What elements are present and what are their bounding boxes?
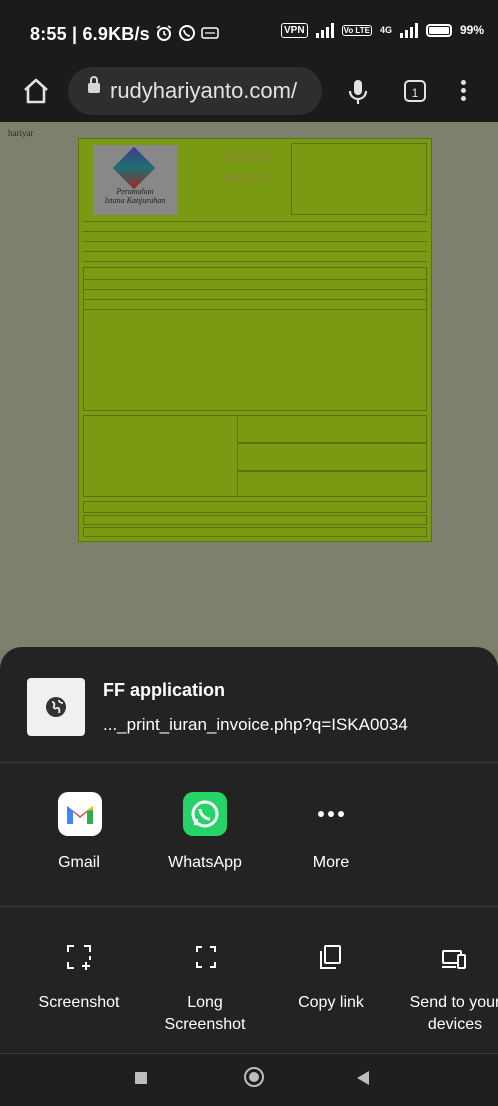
overflow-menu-icon[interactable] xyxy=(461,80,467,104)
share-url: ..._print_iuran_invoice.php?q=ISKA0034 xyxy=(103,715,408,734)
battery-icon xyxy=(425,23,452,37)
company-logo: Perumahan Istana Kanjuruhan xyxy=(93,145,177,215)
share-sheet: FF application ..._print_iuran_invoice.p… xyxy=(0,647,498,1106)
whatsapp-icon xyxy=(183,792,227,836)
send-to-devices-icon xyxy=(442,950,466,969)
status-right: VPN Vo LTE 4G 99% xyxy=(281,22,484,38)
gmail-label: Gmail xyxy=(58,854,100,871)
page-corner-text: hariyar xyxy=(8,128,34,138)
status-bar: 8:55 | 6.9KB/s VPN Vo LTE 4G 99% xyxy=(0,0,498,60)
more-icon xyxy=(309,792,353,836)
screenshot-label: Screenshot xyxy=(38,994,120,1011)
status-time-speed: 8:55 | 6.9KB/s xyxy=(30,24,150,44)
copy-link-icon xyxy=(320,945,341,969)
navigation-bar xyxy=(0,1054,498,1106)
url-text: rudyhariyanto.com/ xyxy=(110,78,298,103)
browser-toolbar: rudyhariyanto.com/ 1 xyxy=(0,60,498,122)
signal-icon xyxy=(315,22,334,38)
volte-badge: Vo LTE xyxy=(341,24,372,36)
web-page: hariyar Perumahan Istana Kanjuruhan IURAN… xyxy=(0,122,498,650)
tab-switcher-button[interactable]: 1 xyxy=(404,80,426,102)
logo-text-2: Istana Kanjuruhan xyxy=(104,196,166,205)
alarm-icon xyxy=(156,25,172,41)
share-title: FF application xyxy=(103,680,226,700)
invoice-number: ISKA0034 xyxy=(227,173,268,183)
long-screenshot-icon xyxy=(196,946,216,968)
network-type: 4G xyxy=(379,24,392,35)
home-icon[interactable] xyxy=(22,77,50,105)
globe-icon xyxy=(46,697,66,717)
microphone-icon[interactable] xyxy=(346,78,370,106)
copy-link-label: Copy link xyxy=(298,994,364,1011)
app-thumbnail xyxy=(27,678,85,736)
recents-button[interactable] xyxy=(135,1072,147,1084)
invoice-title: IURAN NO xyxy=(227,153,272,163)
signal-icon-2 xyxy=(399,22,418,38)
vpn-badge: VPN xyxy=(281,22,308,38)
battery-level: 99% xyxy=(459,23,484,37)
whatsapp-status-icon xyxy=(179,25,195,41)
send-to-devices-label: Send to your devices xyxy=(409,994,498,1033)
long-screenshot-label: Long Screenshot xyxy=(164,994,246,1033)
invoice-document: Perumahan Istana Kanjuruhan IURAN NO ISKA… xyxy=(78,138,432,542)
keyboard-icon xyxy=(201,27,219,39)
home-button[interactable] xyxy=(244,1067,264,1087)
gmail-icon xyxy=(58,792,102,836)
logo-text-1: Perumahan xyxy=(116,187,154,196)
address-bar[interactable]: rudyhariyanto.com/ xyxy=(68,67,322,115)
divider xyxy=(0,906,498,907)
more-label: More xyxy=(312,854,350,871)
divider xyxy=(0,762,498,763)
whatsapp-label: WhatsApp xyxy=(168,854,242,871)
screenshot-icon xyxy=(67,945,91,970)
back-button[interactable] xyxy=(356,1070,370,1086)
lock-icon xyxy=(88,76,100,93)
